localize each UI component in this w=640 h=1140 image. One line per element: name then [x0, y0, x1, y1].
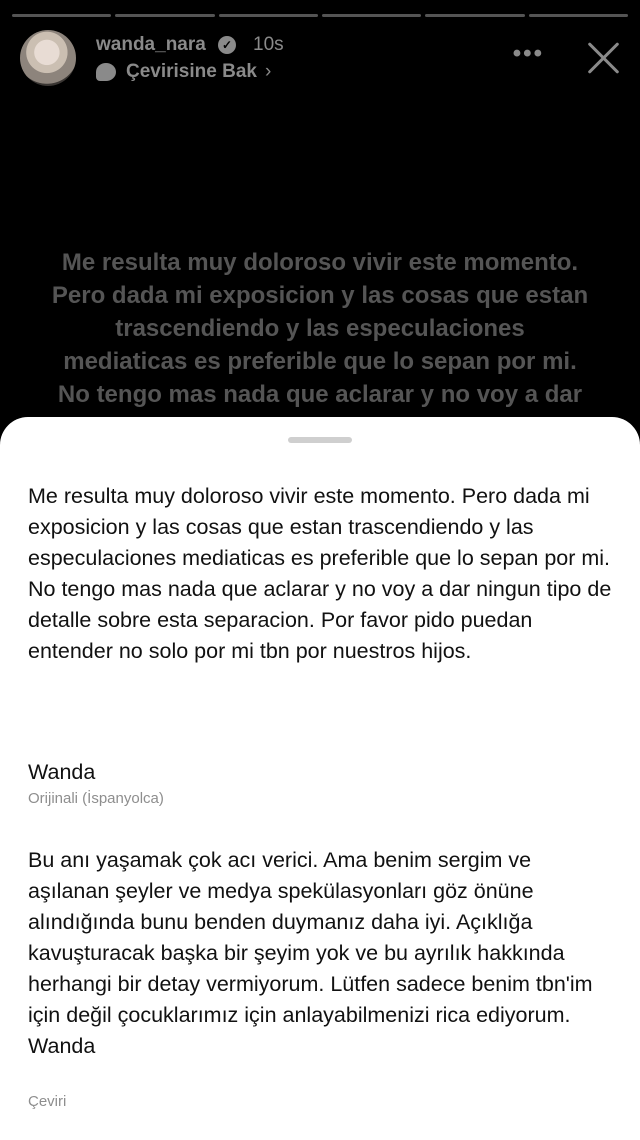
post-time: 10s	[253, 34, 284, 55]
avatar[interactable]	[20, 30, 76, 86]
original-language-label: Orijinali (İspanyolca)	[28, 790, 164, 807]
translate-bubble-icon	[96, 63, 116, 81]
progress-segment	[528, 14, 628, 17]
progress-segment	[425, 14, 525, 17]
story-progress-bar	[12, 14, 628, 17]
story-header: wanda_nara ✓ 10s Çevirisine Bak › •••	[20, 30, 620, 90]
progress-segment	[218, 14, 318, 17]
close-icon[interactable]	[586, 40, 620, 74]
progress-segment	[12, 14, 112, 17]
sheet-handle[interactable]	[288, 437, 352, 443]
original-text: Me resulta muy doloroso vivir este momen…	[28, 484, 612, 663]
translated-text: Bu anı yaşamak çok acı verici. Ama benim…	[28, 848, 593, 1058]
see-translation-link[interactable]: Çevirisine Bak ›	[96, 61, 271, 83]
signature: Wanda	[28, 760, 96, 784]
chevron-right-icon: ›	[264, 61, 272, 82]
verified-badge-icon: ✓	[218, 36, 236, 54]
translation-label: Çeviri	[28, 1093, 67, 1110]
see-translation-label: Çevirisine Bak	[126, 61, 257, 82]
translation-sheet: Me resulta muy doloroso vivir este momen…	[0, 417, 640, 1140]
progress-segment	[115, 14, 215, 17]
progress-segment	[321, 14, 422, 17]
more-icon[interactable]: •••	[513, 40, 544, 68]
username[interactable]: wanda_nara	[96, 34, 206, 56]
story-text: Me resulta muy doloroso vivir este momen…	[51, 249, 589, 408]
